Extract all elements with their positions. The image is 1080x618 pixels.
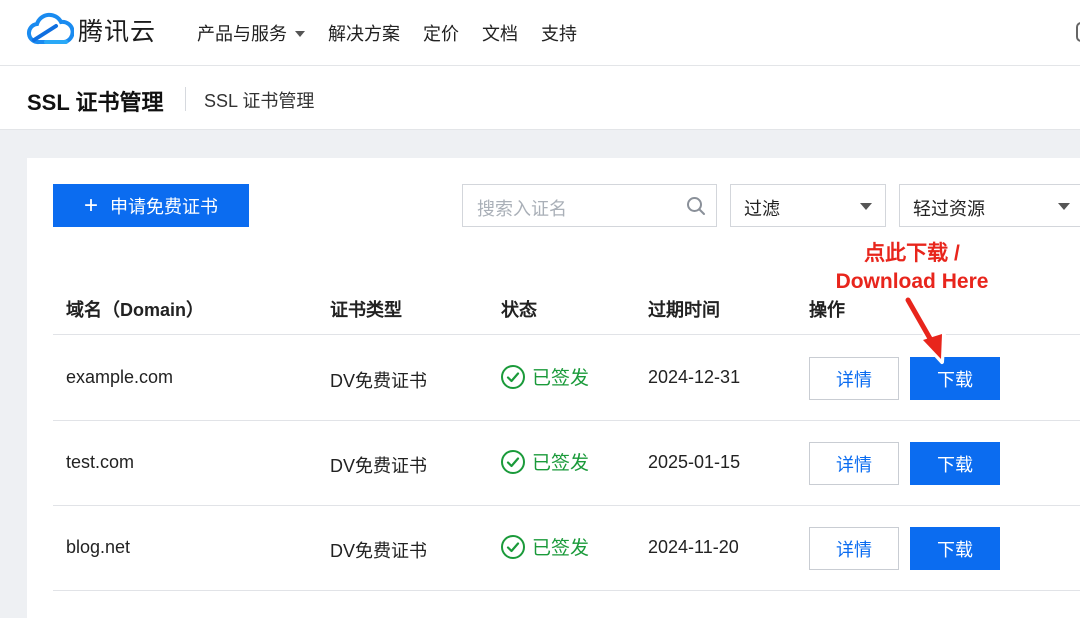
chevron-down-icon	[1058, 203, 1070, 210]
header-divider	[185, 87, 186, 111]
arrow-icon	[903, 296, 946, 364]
annotation-line-2: Download Here	[835, 270, 989, 293]
resource-value: 轻过资源	[913, 199, 985, 219]
nav-pricing[interactable]: 定价	[423, 20, 459, 46]
nav-docs[interactable]: 文档	[482, 20, 518, 46]
col-expiry: 过期时间	[648, 300, 720, 320]
apply-free-cert-button[interactable]: + 申请免费证书	[53, 184, 249, 227]
page-header: SSL 证书管理 SSL 证书管理	[0, 66, 1080, 130]
nav-products[interactable]: 产品与服务	[197, 20, 305, 46]
check-circle-icon	[501, 449, 525, 474]
filter-value: 过滤	[744, 199, 780, 219]
chevron-down-icon	[860, 203, 872, 210]
status-badge: 已签发	[500, 363, 589, 390]
type-cell: DV免费证书	[330, 541, 428, 561]
type-cell: DV免费证书	[330, 371, 428, 391]
apply-button-label: 申请免费证书	[110, 196, 218, 217]
check-circle-icon	[501, 534, 525, 559]
search-placeholder: 搜索入证名	[477, 199, 567, 219]
domain-cell: blog.net	[66, 537, 131, 557]
expiry-cell: 2024-12-31	[648, 367, 741, 387]
expiry-cell: 2025-01-15	[648, 452, 741, 472]
download-button[interactable]: 下载	[910, 442, 1000, 485]
status-badge: 已签发	[500, 448, 589, 475]
nav-products-label: 产品与服务	[197, 24, 287, 44]
col-type: 证书类型	[330, 300, 402, 320]
top-nav: 腾讯云 产品与服务 解决方案 定价 文档 支持	[0, 0, 1080, 66]
annotation-line-1: 点此下载 /	[864, 242, 960, 265]
tencent-cloud-logo	[27, 12, 74, 45]
page-title: SSL 证书管理	[27, 90, 164, 115]
col-status: 状态	[501, 300, 537, 320]
domain-cell: test.com	[66, 452, 135, 472]
detail-button[interactable]: 详情	[809, 357, 899, 400]
download-annotation: 点此下载 / Download Here	[812, 240, 1012, 296]
status-badge: 已签发	[500, 533, 589, 560]
col-actions: 操作	[809, 300, 845, 320]
certificate-panel: + 申请免费证书 搜索入证名 过滤 轻过资源 域名（Domain） 证书类型 状…	[27, 158, 1080, 618]
chevron-down-icon	[295, 31, 305, 37]
table-row: blog.net DV免费证书 已签发 2024-11-20 详情 下载	[53, 506, 1080, 591]
search-icon[interactable]	[686, 196, 706, 216]
search-input[interactable]: 搜索入证名	[462, 184, 717, 227]
type-cell: DV免费证书	[330, 456, 428, 476]
filter-select[interactable]: 过滤	[730, 184, 886, 227]
main-menu: 产品与服务 解决方案 定价 文档 支持	[197, 0, 600, 66]
expiry-cell: 2024-11-20	[648, 537, 739, 557]
check-circle-icon	[501, 364, 525, 389]
status-label: 已签发	[532, 368, 590, 389]
brand-name: 腾讯云	[78, 18, 157, 46]
table-row: test.com DV免费证书 已签发 2025-01-15 详情 下载	[53, 421, 1080, 506]
breadcrumb: SSL 证书管理	[204, 91, 315, 111]
status-label: 已签发	[532, 453, 590, 474]
nav-support[interactable]: 支持	[541, 20, 577, 46]
brand-logo[interactable]: 腾讯云	[26, 12, 156, 48]
detail-button[interactable]: 详情	[809, 442, 899, 485]
resource-select[interactable]: 轻过资源	[899, 184, 1080, 227]
nav-solutions[interactable]: 解决方案	[328, 20, 400, 46]
status-label: 已签发	[532, 538, 590, 559]
plus-icon: +	[83, 191, 98, 219]
detail-button[interactable]: 详情	[809, 527, 899, 570]
download-button[interactable]: 下载	[910, 527, 1000, 570]
domain-cell: example.com	[66, 367, 174, 387]
search-icon[interactable]	[1076, 22, 1080, 42]
col-domain: 域名（Domain）	[66, 300, 205, 320]
